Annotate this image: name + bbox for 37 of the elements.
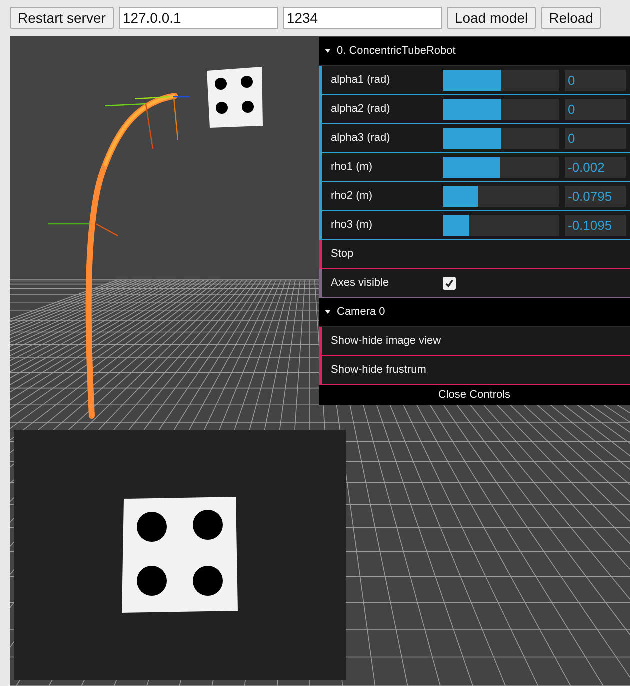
folder-header[interactable]: 0. ConcentricTubeRobot bbox=[319, 37, 630, 66]
value-field[interactable]: -0.0795 bbox=[565, 186, 626, 206]
checkbox[interactable] bbox=[443, 276, 456, 290]
control-label: rho2 (m) bbox=[331, 188, 374, 204]
close-controls-button[interactable]: Close Controls bbox=[319, 385, 630, 405]
control-label: Show-hide frustrum bbox=[331, 362, 428, 378]
control-row[interactable]: Show-hide image view bbox=[319, 327, 630, 356]
control-label: alpha3 (rad) bbox=[331, 130, 392, 146]
slider-track[interactable] bbox=[443, 156, 559, 178]
folder-title: 0. ConcentricTubeRobot bbox=[337, 44, 456, 59]
value-field[interactable]: -0.002 bbox=[565, 156, 626, 178]
value-field[interactable]: -0.1095 bbox=[565, 214, 626, 236]
control-label: Show-hide image view bbox=[331, 334, 442, 349]
text-field[interactable]: 127.0.0.1 bbox=[118, 6, 278, 28]
slider-track[interactable] bbox=[443, 214, 559, 236]
slider-track[interactable] bbox=[443, 98, 559, 120]
slider-track[interactable] bbox=[443, 186, 559, 206]
folder-title: Camera 0 bbox=[337, 304, 386, 320]
control-label: rho3 (m) bbox=[331, 218, 374, 233]
toolbar-button[interactable]: Reload bbox=[541, 6, 602, 28]
toolbar-button[interactable]: Load model bbox=[446, 6, 536, 28]
value-field[interactable]: 0 bbox=[565, 70, 626, 90]
control-label: alpha2 (rad) bbox=[331, 102, 392, 117]
checkmark-icon bbox=[445, 278, 454, 288]
folder-header[interactable]: Camera 0 bbox=[319, 298, 630, 327]
slider-track[interactable] bbox=[443, 70, 559, 90]
control-label: alpha1 (rad) bbox=[331, 72, 392, 88]
value-field[interactable]: 0 bbox=[565, 98, 626, 120]
value-field[interactable]: 0 bbox=[565, 128, 626, 148]
control-label: Axes visible bbox=[331, 276, 390, 291]
toolbar-button[interactable]: Restart server bbox=[10, 6, 114, 28]
text-field[interactable]: 1234 bbox=[282, 6, 442, 28]
slider-track[interactable] bbox=[443, 128, 559, 148]
control-label: rho1 (m) bbox=[331, 160, 374, 175]
control-label: Stop bbox=[331, 246, 355, 262]
control-row[interactable]: Stop bbox=[319, 240, 630, 269]
control-row[interactable]: Show-hide frustrum bbox=[319, 356, 630, 385]
